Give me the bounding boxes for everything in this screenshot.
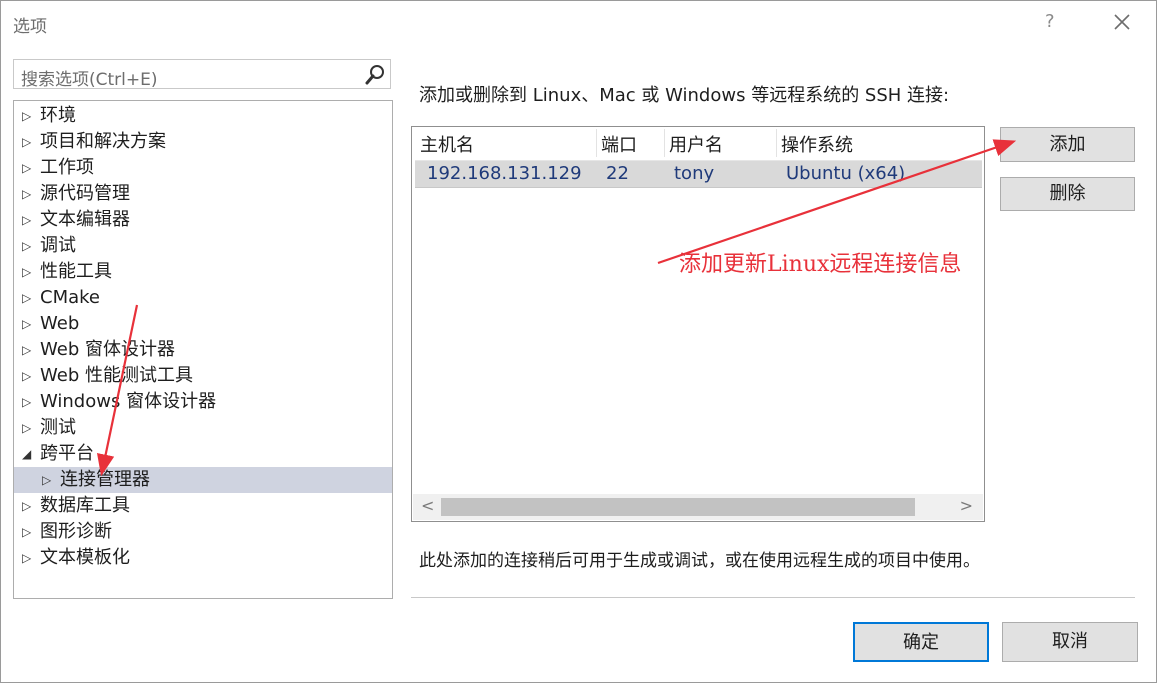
divider: [411, 597, 1135, 598]
title-bar: 选项 ?: [1, 1, 1156, 45]
tree-item-label: 调试: [40, 235, 76, 256]
column-header-host[interactable]: 主机名: [420, 131, 474, 157]
tree-item[interactable]: ▷ CMake: [14, 285, 392, 311]
tree-item[interactable]: ▷ 连接管理器: [14, 467, 392, 493]
tree-item-label: 文本编辑器: [40, 209, 130, 230]
tree-item-label: Web 窗体设计器: [40, 339, 175, 360]
tree-item[interactable]: ◢ 跨平台: [14, 441, 392, 467]
tree-item[interactable]: ▷ 源代码管理: [14, 181, 392, 207]
collapsed-triangle-icon[interactable]: ▷: [22, 181, 31, 207]
scroll-left-button[interactable]: <: [421, 496, 434, 515]
options-tree: ▷ 环境 ▷ 项目和解决方案 ▷ 工作项 ▷ 源代码管理 ▷ 文本编辑器 ▷ 调试 ▷ 性能工具 ▷ CMak…: [13, 100, 393, 599]
tree-item-label: Web 性能测试工具: [40, 365, 193, 386]
help-button[interactable]: ?: [1045, 11, 1055, 32]
horizontal-scrollbar[interactable]: < >: [413, 494, 983, 520]
tree-item[interactable]: ▷ 环境: [14, 103, 392, 129]
tree-item[interactable]: ▷ Windows 窗体设计器: [14, 389, 392, 415]
scroll-thumb[interactable]: [441, 498, 915, 516]
scroll-right-button[interactable]: >: [960, 496, 973, 515]
tree-item-label: 跨平台: [40, 443, 94, 464]
cell-user: tony: [674, 163, 715, 184]
table-row[interactable]: 192.168.131.129 22 tony Ubuntu (x64): [415, 160, 982, 188]
collapsed-triangle-icon[interactable]: ▷: [42, 467, 51, 493]
collapsed-triangle-icon[interactable]: ▷: [22, 493, 31, 519]
close-icon[interactable]: [1109, 9, 1135, 35]
collapsed-triangle-icon[interactable]: ▷: [22, 337, 31, 363]
tree-item-label: 性能工具: [40, 261, 112, 282]
ok-button[interactable]: 确定: [853, 622, 989, 662]
collapsed-triangle-icon[interactable]: ▷: [22, 311, 31, 337]
collapsed-triangle-icon[interactable]: ▷: [22, 207, 31, 233]
tree-item[interactable]: ▷ 文本编辑器: [14, 207, 392, 233]
tree-item[interactable]: ▷ 调试: [14, 233, 392, 259]
tree-item[interactable]: ▷ Web: [14, 311, 392, 337]
annotation-text: 添加更新Linux远程连接信息: [679, 252, 962, 277]
search-icon[interactable]: [364, 64, 386, 86]
collapsed-triangle-icon[interactable]: ▷: [22, 389, 31, 415]
tree-item-label: 图形诊断: [40, 521, 112, 542]
column-divider[interactable]: [776, 129, 777, 157]
cell-host: 192.168.131.129: [427, 163, 582, 184]
cancel-button[interactable]: 取消: [1002, 622, 1138, 662]
tree-item-label: Web: [40, 313, 80, 334]
collapsed-triangle-icon[interactable]: ▷: [22, 155, 31, 181]
tree-item[interactable]: ▷ 图形诊断: [14, 519, 392, 545]
tree-item-label: 连接管理器: [60, 469, 150, 490]
tree-item[interactable]: ▷ 数据库工具: [14, 493, 392, 519]
collapsed-triangle-icon[interactable]: ▷: [22, 363, 31, 389]
connections-list[interactable]: 主机名 端口 用户名 操作系统 192.168.131.129 22 tony …: [411, 126, 985, 522]
usage-note: 此处添加的连接稍后可用于生成或调试，或在使用远程生成的项目中使用。: [419, 551, 980, 571]
cell-os: Ubuntu (x64): [786, 163, 906, 184]
collapsed-triangle-icon[interactable]: ▷: [22, 259, 31, 285]
tree-item-label: 环境: [40, 105, 76, 126]
add-button[interactable]: 添加: [1000, 127, 1135, 162]
column-header-user[interactable]: 用户名: [669, 131, 723, 157]
tree-item[interactable]: ▷ 性能工具: [14, 259, 392, 285]
tree-item-label: 项目和解决方案: [40, 131, 166, 152]
tree-item[interactable]: ▷ Web 窗体设计器: [14, 337, 392, 363]
tree-item-label: CMake: [40, 287, 100, 308]
tree-item-label: 工作项: [40, 157, 94, 178]
tree-item[interactable]: ▷ 项目和解决方案: [14, 129, 392, 155]
tree-item-label: Windows 窗体设计器: [40, 391, 217, 412]
column-header-port[interactable]: 端口: [601, 131, 637, 157]
tree-item[interactable]: ▷ 工作项: [14, 155, 392, 181]
column-divider[interactable]: [664, 129, 665, 157]
search-input[interactable]: 搜索选项(Ctrl+E): [21, 65, 158, 90]
collapsed-triangle-icon[interactable]: ▷: [22, 285, 31, 311]
options-dialog: 选项 ? 搜索选项(Ctrl+E) ▷ 环境 ▷ 项目和解决方案 ▷ 工作项 ▷ 源代码管理 ▷…: [0, 0, 1157, 683]
collapsed-triangle-icon[interactable]: ▷: [22, 545, 31, 571]
expanded-triangle-icon[interactable]: ◢: [22, 441, 31, 467]
tree-item-label: 源代码管理: [40, 183, 130, 204]
tree-item[interactable]: ▷ 测试: [14, 415, 392, 441]
tree-item-label: 测试: [40, 417, 76, 438]
tree-item[interactable]: ▷ 文本模板化: [14, 545, 392, 571]
delete-button[interactable]: 删除: [1000, 177, 1135, 211]
collapsed-triangle-icon[interactable]: ▷: [22, 519, 31, 545]
cell-port: 22: [606, 163, 629, 184]
collapsed-triangle-icon[interactable]: ▷: [22, 233, 31, 259]
column-divider[interactable]: [596, 129, 597, 157]
connection-description: 添加或删除到 Linux、Mac 或 Windows 等远程系统的 SSH 连接…: [419, 85, 950, 106]
dialog-title: 选项: [13, 17, 47, 37]
search-box[interactable]: 搜索选项(Ctrl+E): [13, 59, 391, 90]
tree-item[interactable]: ▷ Web 性能测试工具: [14, 363, 392, 389]
column-header-os[interactable]: 操作系统: [781, 131, 853, 157]
collapsed-triangle-icon[interactable]: ▷: [22, 415, 31, 441]
collapsed-triangle-icon[interactable]: ▷: [22, 103, 31, 129]
collapsed-triangle-icon[interactable]: ▷: [22, 129, 31, 155]
tree-item-label: 文本模板化: [40, 547, 130, 568]
tree-item-label: 数据库工具: [40, 495, 130, 516]
